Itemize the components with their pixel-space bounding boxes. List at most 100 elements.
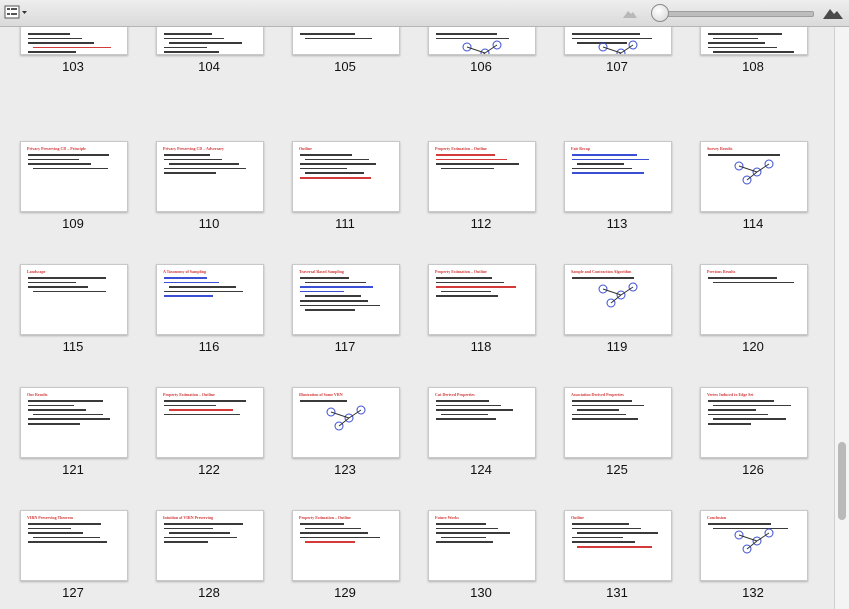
slide-text-lines — [164, 277, 257, 300]
text-line — [33, 46, 112, 49]
page-thumbnail[interactable] — [700, 27, 808, 55]
page-thumbnail[interactable]: Property Estimation – Outline — [428, 141, 536, 212]
slide-text-lines — [300, 154, 393, 182]
page-thumbnail[interactable]: Privacy Preserving CD – Principle — [20, 141, 128, 212]
text-line — [28, 409, 86, 411]
page-thumbnail[interactable] — [20, 27, 128, 55]
page-thumbnail-grid: 103 104 105 106 107 108 Privacy Preserving CD … — [0, 27, 834, 609]
small-mountain-icon[interactable] — [622, 6, 638, 20]
page-thumbnail[interactable]: Outline — [292, 141, 400, 212]
text-line — [164, 46, 207, 49]
page-thumbnail[interactable]: Property Estimation – Outline — [428, 264, 536, 335]
text-line — [436, 163, 519, 165]
text-line — [164, 33, 213, 35]
page-thumbnail[interactable]: Illustration of Some VRN — [292, 387, 400, 458]
slide-text-lines — [28, 33, 121, 54]
slide-title: Survey Results — [707, 146, 733, 151]
page-thumbnail[interactable]: Future Works — [428, 510, 536, 581]
text-line — [28, 37, 82, 40]
page-thumbnail[interactable]: A Taxonomy of Sampling — [156, 264, 264, 335]
page-number-label: 122 — [198, 462, 220, 477]
page-thumbnail[interactable]: Intuition of VIRN Preserving — [156, 510, 264, 581]
text-line — [33, 536, 100, 539]
text-line — [713, 37, 758, 40]
slide-title: Previous Results — [707, 269, 736, 274]
slide-text-lines — [300, 33, 393, 42]
page-thumbnail[interactable]: Sample and Contraction Algorithm — [564, 264, 672, 335]
page-thumbnail[interactable]: Conclusion — [700, 510, 808, 581]
text-line — [436, 418, 496, 420]
zoom-slider[interactable] — [654, 11, 814, 17]
slide-title: VIRN Preserving Theorem — [27, 515, 73, 520]
text-line — [436, 154, 495, 156]
page-thumbnail[interactable] — [156, 27, 264, 55]
text-line — [436, 527, 499, 530]
page-thumbnail[interactable]: Traversal Based Sampling — [292, 264, 400, 335]
slide-text-lines — [28, 277, 121, 295]
page-thumbnail[interactable]: Previous Results — [700, 264, 808, 335]
page-thumbnail[interactable]: VIRN Preserving Theorem — [20, 510, 128, 581]
slide-text-lines — [436, 523, 529, 546]
text-line — [572, 523, 629, 525]
text-line — [305, 527, 361, 530]
slide-text-lines — [164, 523, 257, 546]
text-line — [164, 51, 219, 53]
text-line — [28, 532, 83, 534]
text-line — [28, 418, 110, 420]
text-line — [572, 527, 641, 530]
text-line — [164, 290, 244, 293]
page-thumbnail[interactable]: Our Results — [20, 387, 128, 458]
text-line — [713, 418, 786, 420]
page-thumbnail[interactable]: Landscape — [20, 264, 128, 335]
text-line — [305, 158, 370, 161]
page-thumbnail[interactable]: Fair Recap — [564, 141, 672, 212]
large-mountain-icon[interactable] — [822, 5, 844, 21]
page-number-label: 130 — [470, 585, 492, 600]
text-line — [305, 541, 356, 543]
page-thumbnail[interactable]: Outline — [564, 510, 672, 581]
page-number-label: 107 — [606, 59, 628, 74]
slide-text-lines — [708, 33, 801, 54]
text-line — [164, 167, 246, 170]
text-line — [164, 413, 241, 416]
page-thumbnail[interactable]: Survey Results — [700, 141, 808, 212]
page-thumbnail[interactable]: Property Estimation – Outline — [292, 510, 400, 581]
page-thumbnail[interactable] — [292, 27, 400, 55]
text-line — [300, 176, 371, 179]
slide-title: Traversal Based Sampling — [299, 269, 344, 274]
text-line — [441, 290, 492, 293]
slide-figure — [729, 527, 779, 555]
scrollbar-thumb[interactable] — [838, 442, 846, 520]
text-line — [28, 42, 95, 44]
page-number-label: 126 — [742, 462, 764, 477]
view-options-button[interactable] — [3, 4, 29, 22]
page-thumbnail[interactable]: Vertex Induced to Edge Set — [700, 387, 808, 458]
slide-title: Outline — [571, 515, 584, 520]
slide-title: A Taxonomy of Sampling — [163, 269, 207, 274]
text-line — [164, 523, 244, 525]
vertical-scrollbar[interactable] — [834, 27, 849, 609]
page-number-label: 118 — [470, 339, 492, 354]
text-line — [164, 295, 214, 297]
slide-title: Conclusion — [707, 515, 727, 520]
page-thumbnail[interactable] — [564, 27, 672, 55]
slide-text-lines — [164, 400, 257, 418]
page-thumbnail[interactable] — [428, 27, 536, 55]
slide-title: Property Estimation – Outline — [435, 146, 487, 151]
page-thumbnail[interactable]: Property Estimation – Outline — [156, 387, 264, 458]
zoom-slider-knob[interactable] — [650, 4, 669, 22]
page-thumbnail[interactable]: Privacy Preserving CD – Adversary — [156, 141, 264, 212]
text-line — [33, 413, 103, 416]
page-thumbnail[interactable]: Cut Derived Properties — [428, 387, 536, 458]
text-line — [708, 154, 780, 156]
page-number-label: 125 — [606, 462, 628, 477]
slide-text-lines — [436, 400, 529, 423]
text-line — [164, 527, 214, 530]
text-line — [572, 167, 632, 170]
text-line — [572, 154, 638, 156]
slide-title: Privacy Preserving CD – Adversary — [163, 146, 225, 151]
page-number-label: 127 — [62, 585, 84, 600]
slide-title: Vertex Induced to Edge Set — [707, 392, 754, 397]
page-thumbnail[interactable]: Association Derived Properties — [564, 387, 672, 458]
text-line — [164, 536, 238, 539]
